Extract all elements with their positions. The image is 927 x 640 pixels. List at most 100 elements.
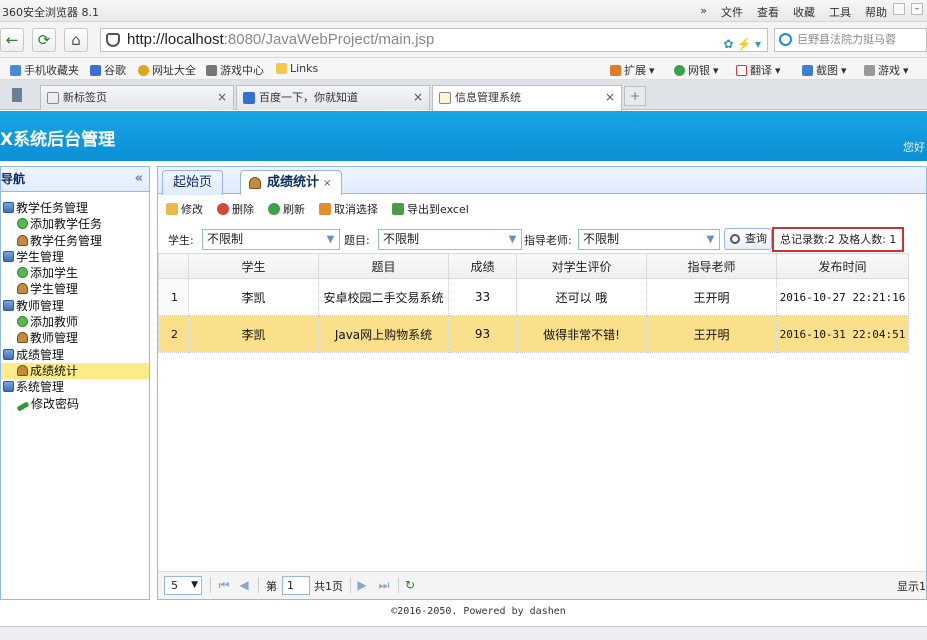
refresh-icon bbox=[268, 203, 280, 215]
close-icon[interactable]: × bbox=[217, 86, 227, 109]
menu-file[interactable]: 文件 bbox=[721, 4, 743, 20]
tree-node-change-password[interactable]: 修改密码 bbox=[1, 396, 149, 412]
menu-view[interactable]: 查看 bbox=[757, 4, 779, 20]
ext-games[interactable]: 游戏 ▾ bbox=[864, 62, 909, 78]
column-header-score[interactable]: 成绩 bbox=[448, 253, 517, 279]
search-input[interactable]: 巨野县法院力挺马蓉 bbox=[774, 28, 927, 52]
student-label: 学生: bbox=[168, 234, 194, 247]
column-header-teacher[interactable]: 指导老师 bbox=[646, 253, 777, 279]
grid-header-row: 学生 题目 成绩 对学生评价 指导老师 发布时间 bbox=[158, 253, 909, 279]
reload-icon[interactable]: ↻ bbox=[404, 578, 416, 592]
browser-tab-system[interactable]: 信息管理系统 × bbox=[432, 85, 622, 111]
prev-page-icon[interactable]: ◀ bbox=[238, 578, 250, 592]
topic-select-value: 不限制 bbox=[383, 232, 420, 246]
delete-button[interactable]: 删除 bbox=[217, 201, 254, 217]
bookmark-games[interactable]: 游戏中心 bbox=[206, 62, 264, 78]
table-row[interactable]: 1 李凯 安卓校园二手交易系统 33 还可以 哦 王开明 2016-10-27 … bbox=[158, 278, 909, 316]
menu-tools[interactable]: 工具 bbox=[829, 4, 851, 20]
tree-node-add-teaching[interactable]: 添加教学任务 bbox=[1, 216, 149, 232]
ext-bank[interactable]: 网银 ▾ bbox=[674, 62, 719, 78]
browser-titlebar: 360安全浏览器 8.1 » 文件 查看 收藏 工具 帮助 – bbox=[0, 0, 927, 22]
folder-icon bbox=[276, 63, 287, 74]
user-icon bbox=[17, 364, 28, 376]
tree-node-teachers[interactable]: 教师管理 bbox=[1, 298, 149, 314]
bookmarks-bar: 手机收藏夹 谷歌 网址大全 游戏中心 Links 扩展 ▾ 网银 ▾ 翻译 ▾ … bbox=[0, 58, 927, 80]
teacher-select-value: 不限制 bbox=[583, 232, 620, 246]
student-select[interactable]: 不限制 ▼ bbox=[202, 229, 340, 250]
divider bbox=[398, 577, 399, 593]
tab-home[interactable]: 起始页 bbox=[162, 170, 224, 195]
tab-label: 信息管理系统 bbox=[455, 91, 521, 104]
topic-select[interactable]: 不限制 ▼ bbox=[378, 229, 522, 250]
bookmark-mobile[interactable]: 手机收藏夹 bbox=[10, 62, 79, 78]
tree-node-manage-teaching[interactable]: 教学任务管理 bbox=[1, 233, 149, 249]
bookmark-google[interactable]: 谷歌 bbox=[90, 62, 126, 78]
column-header-student[interactable]: 学生 bbox=[188, 253, 319, 279]
browser-tab-baidu[interactable]: 百度一下，你就知道 × bbox=[236, 85, 430, 110]
tree-node-manage-teachers[interactable]: 教师管理 bbox=[1, 330, 149, 346]
chart-icon bbox=[439, 92, 451, 104]
tree-node-students[interactable]: 学生管理 bbox=[1, 249, 149, 265]
menu-favorites[interactable]: 收藏 bbox=[793, 4, 815, 20]
minimize-icon[interactable]: – bbox=[911, 3, 923, 15]
user-greeting: 您好 bbox=[903, 141, 925, 154]
column-header-time[interactable]: 发布时间 bbox=[776, 253, 909, 279]
page-size-select[interactable]: 5 ▼ bbox=[164, 576, 202, 595]
tree-node-score-stats[interactable]: 成绩统计 bbox=[1, 362, 149, 380]
back-button[interactable]: ← bbox=[0, 28, 24, 52]
next-page-icon[interactable]: ▶ bbox=[356, 578, 368, 592]
translate-icon bbox=[736, 64, 747, 76]
bookmark-links[interactable]: Links bbox=[276, 62, 318, 75]
chevron-down-icon: ▼ bbox=[191, 580, 198, 590]
url-host: http://localhost bbox=[127, 31, 224, 48]
cell-student: 李凯 bbox=[188, 278, 319, 316]
close-icon[interactable]: × bbox=[605, 86, 615, 109]
menu-help[interactable]: 帮助 bbox=[865, 4, 887, 20]
tree-node-system[interactable]: 系统管理 bbox=[1, 379, 149, 395]
edit-icon bbox=[166, 203, 178, 215]
user-icon bbox=[249, 177, 261, 189]
close-icon[interactable]: × bbox=[323, 178, 331, 189]
tree-node-add-teacher[interactable]: 添加教师 bbox=[1, 314, 149, 330]
nav-title: 导航 bbox=[1, 172, 26, 186]
tab-score-stats[interactable]: 成绩统计 × bbox=[240, 170, 343, 195]
table-row[interactable]: 2 李凯 Java网上购物系统 93 做得非常不错! 王开明 2016-10-3… bbox=[158, 315, 909, 353]
folder-icon bbox=[3, 299, 14, 311]
refresh-grid-button[interactable]: 刷新 bbox=[268, 201, 305, 217]
ext-translate[interactable]: 翻译 ▾ bbox=[736, 62, 781, 78]
column-header-comment[interactable]: 对学生评价 bbox=[516, 253, 647, 279]
last-page-icon[interactable]: ⏭ bbox=[378, 578, 390, 592]
edit-button[interactable]: 修改 bbox=[166, 201, 203, 217]
grid-icon bbox=[47, 92, 59, 104]
page-number-input[interactable]: 1 bbox=[282, 576, 310, 595]
home-button[interactable]: ⌂ bbox=[64, 28, 88, 52]
sidebar-toggle-icon[interactable] bbox=[12, 88, 22, 102]
export-excel-button[interactable]: 导出到excel bbox=[392, 201, 469, 217]
refresh-button[interactable]: ⟳ bbox=[32, 28, 56, 52]
close-icon[interactable]: × bbox=[413, 86, 423, 109]
unselect-button[interactable]: 取消选择 bbox=[319, 201, 378, 217]
query-label: 查询 bbox=[745, 232, 767, 245]
tree-node-teaching[interactable]: 教学任务管理 bbox=[1, 200, 149, 216]
cell-score: 93 bbox=[448, 315, 517, 353]
browser-tab-newtab[interactable]: 新标签页 × bbox=[40, 85, 234, 110]
collapse-icon[interactable]: « bbox=[135, 167, 143, 191]
column-header-topic[interactable]: 题目 bbox=[318, 253, 449, 279]
bookmark-sites[interactable]: 网址大全 bbox=[138, 62, 196, 78]
ext-extensions[interactable]: 扩展 ▾ bbox=[610, 62, 655, 78]
url-input[interactable]: http://localhost:8080/JavaWebProject/mai… bbox=[100, 28, 768, 52]
query-button[interactable]: 查询 bbox=[724, 228, 772, 250]
tree-node-manage-students[interactable]: 学生管理 bbox=[1, 281, 149, 297]
bank-icon bbox=[674, 64, 685, 76]
new-tab-button[interactable]: + bbox=[624, 86, 646, 106]
teacher-select[interactable]: 不限制 ▼ bbox=[578, 229, 720, 250]
url-actions-icon[interactable]: ✿ ⚡ ▾ bbox=[723, 33, 761, 55]
tab-label: 成绩统计 bbox=[267, 175, 320, 190]
menu-more[interactable]: » bbox=[700, 4, 707, 20]
tree-node-add-student[interactable]: 添加学生 bbox=[1, 265, 149, 281]
first-page-icon[interactable]: ⏮ bbox=[218, 578, 230, 592]
ext-screenshot[interactable]: 截图 ▾ bbox=[802, 62, 847, 78]
skin-icon[interactable] bbox=[893, 3, 905, 15]
tree-node-scores[interactable]: 成绩管理 bbox=[1, 347, 149, 363]
cell-time: 2016-10-27 22:21:16 bbox=[776, 278, 909, 316]
